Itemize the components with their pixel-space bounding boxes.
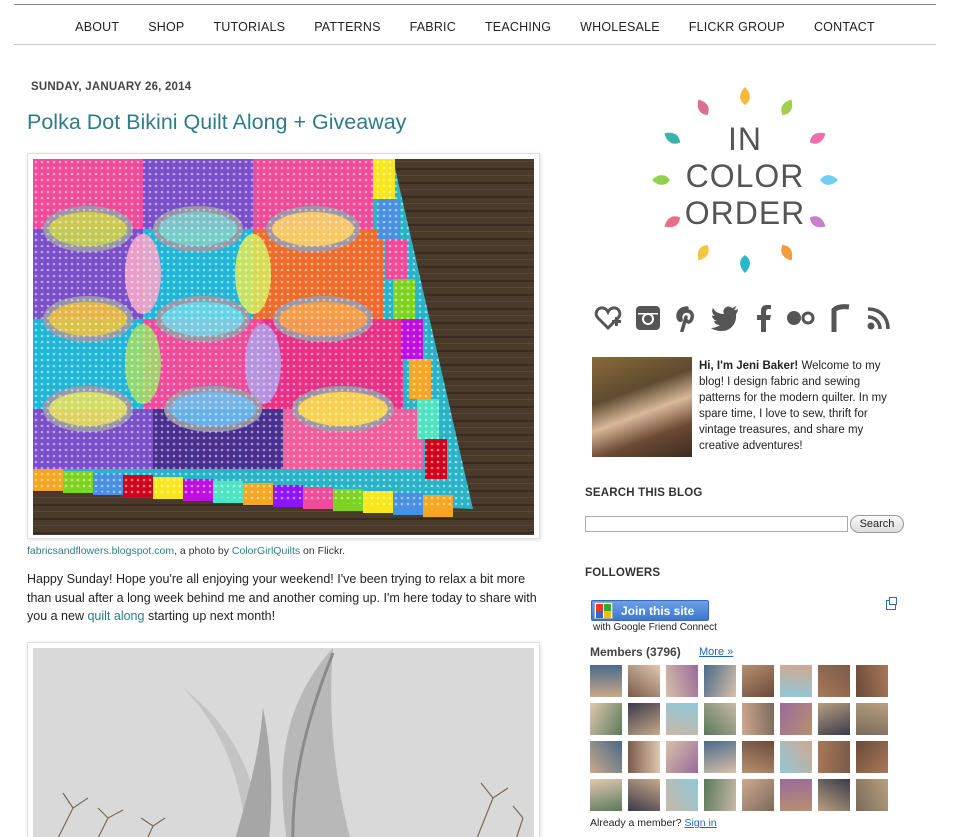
member-avatar[interactable]: [628, 703, 660, 735]
member-avatar[interactable]: [780, 703, 812, 735]
sign-in-link[interactable]: Sign in: [685, 817, 717, 829]
rss-icon[interactable]: [864, 303, 894, 333]
search-heading: SEARCH THIS BLOG: [585, 487, 703, 499]
nav-fabric[interactable]: FABRIC: [395, 20, 470, 38]
more-members-link[interactable]: More »: [699, 646, 733, 658]
nav-teaching[interactable]: TEACHING: [470, 20, 565, 38]
logo-petal: [697, 244, 709, 261]
member-avatar[interactable]: [704, 741, 736, 773]
join-this-site-button[interactable]: Join this site: [591, 600, 709, 621]
logo-petal: [697, 99, 709, 116]
flickr-icon[interactable]: [786, 303, 816, 333]
quilt-along-link[interactable]: quilt along: [87, 609, 144, 623]
google-friend-connect-icon: [594, 602, 613, 619]
logo-petal: [781, 244, 793, 261]
member-avatar[interactable]: [856, 703, 888, 735]
sculpture-image: [33, 648, 534, 837]
member-avatar[interactable]: [780, 741, 812, 773]
member-avatar[interactable]: [628, 665, 660, 697]
already-member: Already a member? Sign in: [590, 817, 717, 829]
logo-petal: [740, 87, 750, 105]
member-avatar[interactable]: [780, 779, 812, 811]
twitter-icon[interactable]: [710, 303, 740, 333]
caption-end: on Flickr.: [300, 545, 346, 557]
member-avatar[interactable]: [590, 741, 622, 773]
member-avatar[interactable]: [666, 741, 698, 773]
quilt-image: [33, 159, 534, 535]
top-rule: [14, 4, 936, 5]
member-avatar[interactable]: [818, 741, 850, 773]
body-text-2: starting up next month!: [144, 609, 276, 623]
member-avatar[interactable]: [742, 665, 774, 697]
nav-about[interactable]: ABOUT: [61, 20, 134, 38]
caption-source-link[interactable]: fabricsandflowers.blogspot.com: [27, 545, 174, 557]
nav-flickr-group[interactable]: FLICKR GROUP: [674, 20, 799, 38]
search-input[interactable]: [585, 516, 848, 532]
bio-name: Hi, I'm Jeni Baker!: [699, 360, 799, 372]
member-avatar[interactable]: [704, 703, 736, 735]
member-avatar[interactable]: [818, 665, 850, 697]
logo-line-3: ORDER: [684, 195, 806, 231]
member-avatar[interactable]: [628, 779, 660, 811]
member-avatar[interactable]: [590, 779, 622, 811]
post-title[interactable]: Polka Dot Bikini Quilt Along + Giveaway: [27, 110, 406, 135]
member-avatar[interactable]: [628, 741, 660, 773]
member-avatar[interactable]: [818, 703, 850, 735]
author-bio: Hi, I'm Jeni Baker! Welcome to my blog! …: [699, 358, 904, 454]
pinterest-icon[interactable]: [672, 303, 702, 333]
member-avatar[interactable]: [704, 779, 736, 811]
member-avatar[interactable]: [780, 665, 812, 697]
social-icons: [593, 303, 903, 335]
logo-line-1: IN: [728, 121, 762, 157]
gfc-subtitle: with Google Friend Connect: [593, 622, 717, 633]
member-avatar[interactable]: [856, 779, 888, 811]
member-avatar[interactable]: [742, 703, 774, 735]
instagram-icon[interactable]: [633, 303, 663, 333]
bio-text: Welcome to my blog! I design fabric and …: [699, 360, 887, 452]
post-date: SUNDAY, JANUARY 26, 2014: [31, 81, 192, 93]
member-avatar[interactable]: [666, 703, 698, 735]
member-avatar[interactable]: [856, 741, 888, 773]
nav-divider: [14, 44, 936, 45]
sculpture-photo[interactable]: [27, 642, 540, 837]
member-avatar[interactable]: [666, 665, 698, 697]
author-avatar: [592, 357, 692, 457]
facebook-icon[interactable]: [748, 303, 778, 333]
member-avatar[interactable]: [704, 665, 736, 697]
nav-shop[interactable]: SHOP: [134, 20, 199, 38]
caption-author-link[interactable]: ColorGirlQuilts: [232, 545, 300, 557]
nav-tutorials[interactable]: TUTORIALS: [199, 20, 300, 38]
main-nav: ABOUT SHOP TUTORIALS PATTERNS FABRIC TEA…: [14, 20, 936, 38]
logo-line-2: COLOR: [685, 158, 805, 194]
nav-wholesale[interactable]: WHOLESALE: [566, 20, 675, 38]
member-avatar[interactable]: [818, 779, 850, 811]
in-color-order-logo[interactable]: IN COLOR ORDER: [640, 80, 850, 280]
logo-petal: [781, 99, 793, 116]
member-avatar[interactable]: [856, 665, 888, 697]
logo-petal: [740, 255, 750, 273]
member-avatar[interactable]: [590, 703, 622, 735]
post-body: Happy Sunday! Hope you're all enjoying y…: [27, 570, 542, 626]
nav-contact[interactable]: CONTACT: [799, 20, 889, 38]
member-avatar[interactable]: [590, 665, 622, 697]
caption-middle: , a photo by: [174, 545, 232, 557]
join-label: Join this site: [621, 603, 695, 618]
photo-caption: fabricsandflowers.blogspot.com, a photo …: [27, 545, 345, 557]
member-avatar[interactable]: [666, 779, 698, 811]
quilt-photo[interactable]: [27, 153, 540, 539]
nav-patterns[interactable]: PATTERNS: [300, 20, 395, 38]
ravelry-icon[interactable]: [825, 303, 855, 333]
expand-icon[interactable]: [886, 597, 897, 610]
member-avatar[interactable]: [742, 741, 774, 773]
followers-heading: FOLLOWERS: [585, 567, 661, 579]
members-count: Members (3796): [590, 645, 681, 659]
bloglovin-icon[interactable]: [593, 303, 623, 333]
already-text: Already a member?: [590, 817, 685, 829]
search-button[interactable]: Search: [850, 515, 904, 533]
member-avatar[interactable]: [742, 779, 774, 811]
